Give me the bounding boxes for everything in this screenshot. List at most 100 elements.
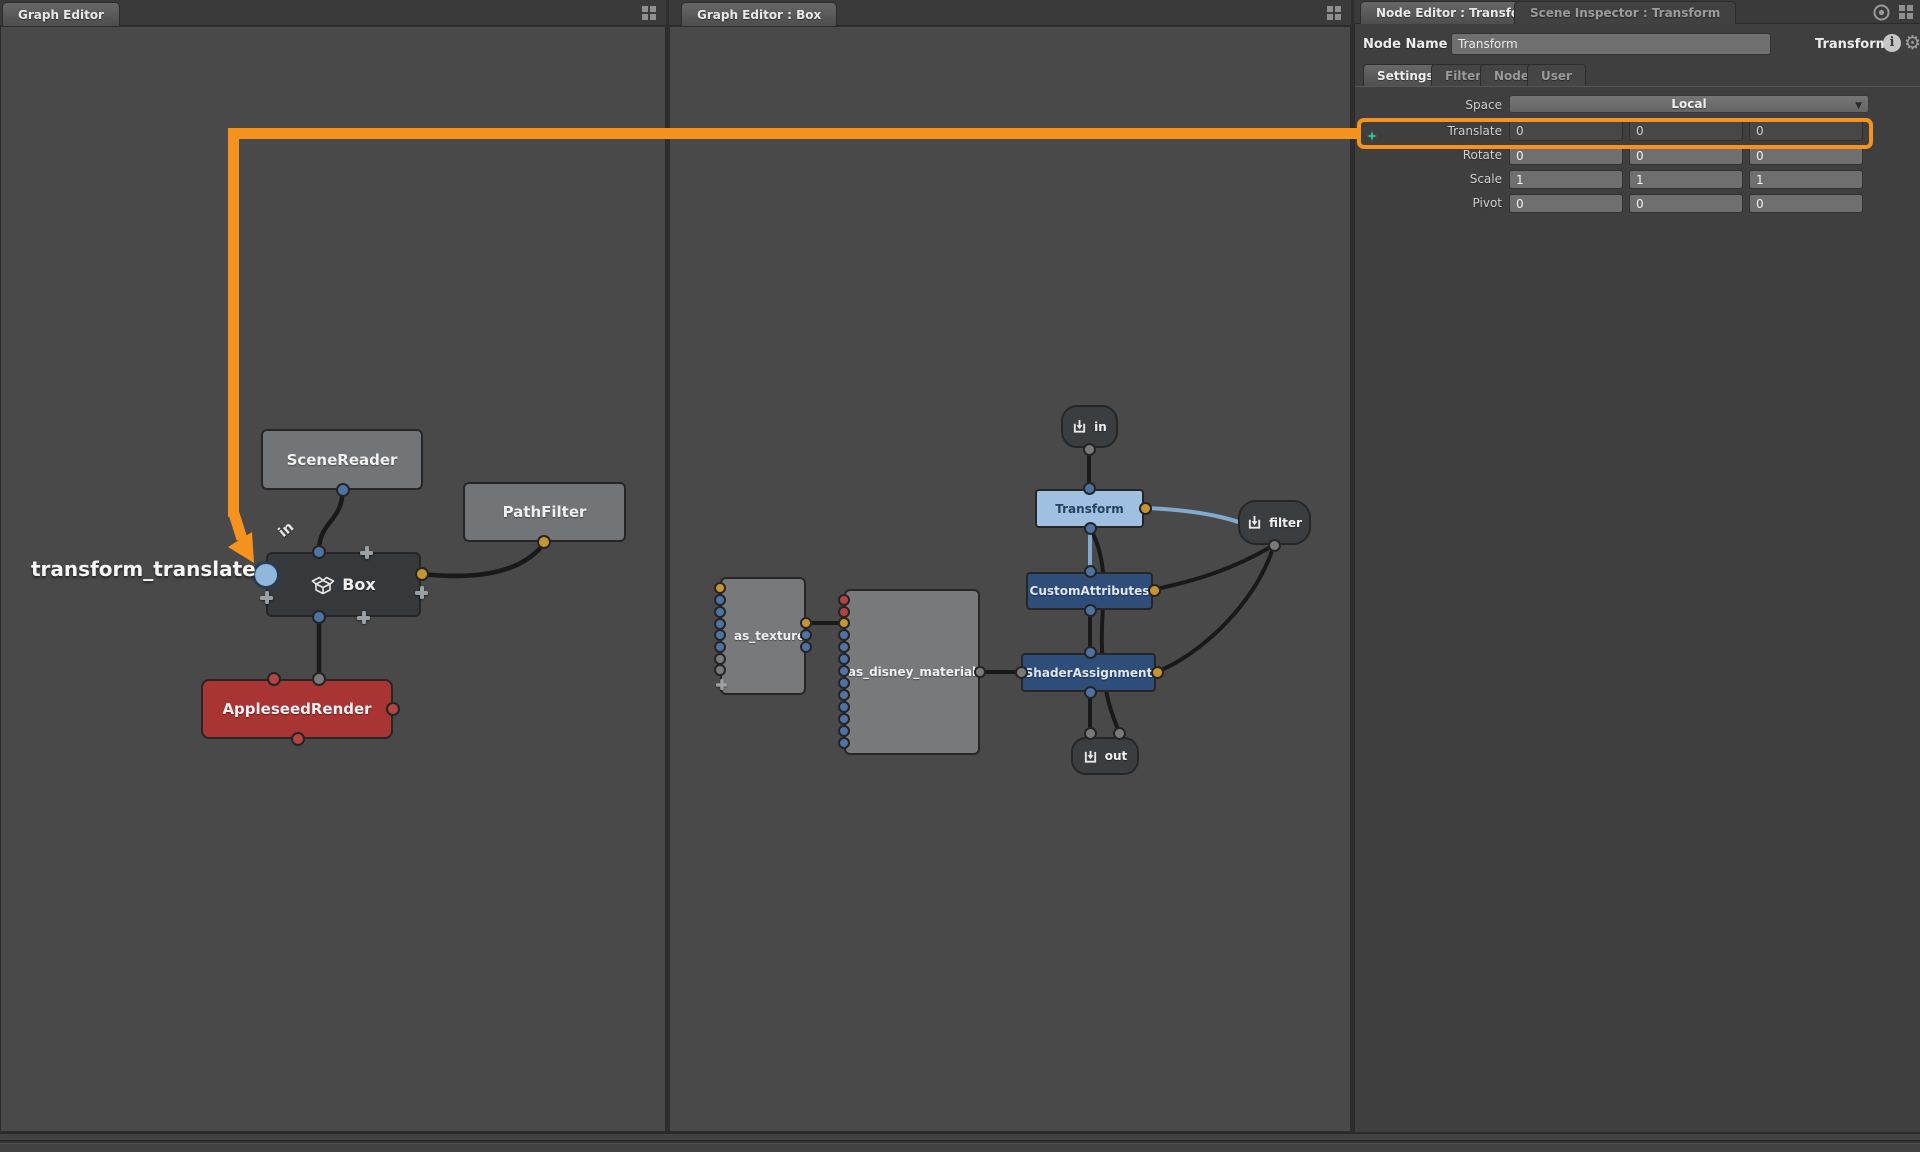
graph-canvas-main[interactable]: SceneReader PathFilter Box Ap — [0, 27, 666, 1132]
scale-y-input[interactable] — [1629, 170, 1743, 189]
node-name-input[interactable]: Transform — [1451, 33, 1771, 55]
plug-out-in2[interactable] — [1113, 727, 1126, 740]
plug-box-out[interactable] — [415, 567, 429, 581]
plug-scenereader-out[interactable] — [336, 483, 350, 497]
plug-shaderassignment-filter[interactable] — [1151, 666, 1164, 679]
plug-box-transform-translate[interactable] — [252, 561, 280, 589]
plug-pathfilter-out[interactable] — [537, 535, 551, 549]
node-as-texture[interactable]: as_texture — [720, 577, 806, 695]
panel-layout-icon[interactable] — [1326, 5, 1342, 21]
plug-box-bottom[interactable] — [312, 610, 326, 624]
tab-graph-editor-box[interactable]: Graph Editor : Box — [681, 2, 837, 26]
node-out[interactable]: out — [1071, 737, 1139, 775]
plug-material-param[interactable] — [838, 713, 850, 725]
chevron-down-icon: ▼ — [1855, 98, 1862, 115]
plug-material-param[interactable] — [838, 725, 850, 737]
export-icon — [1083, 749, 1098, 764]
tab-graph-editor[interactable]: Graph Editor — [2, 2, 120, 26]
pivot-y-input[interactable] — [1629, 194, 1743, 213]
promoted-plug-annotation: transform_translate — [31, 557, 245, 581]
node-box[interactable]: Box — [266, 552, 421, 617]
plug-render-right[interactable] — [386, 702, 400, 716]
panel-layout-icon[interactable] — [1898, 4, 1914, 20]
rotate-y-input[interactable] — [1629, 146, 1743, 165]
pivot-x-input[interactable] — [1509, 194, 1623, 213]
panel-graph-editor-box: Graph Editor : Box as_texture — [669, 0, 1351, 1132]
plug-texture-param[interactable] — [714, 594, 726, 606]
plug-material-param[interactable] — [838, 653, 850, 665]
plug-material-param[interactable] — [838, 641, 850, 653]
node-as-disney-material[interactable]: as_disney_material — [844, 589, 980, 755]
rotate-z-input[interactable] — [1749, 146, 1863, 165]
node-pathfilter[interactable]: PathFilter — [463, 482, 626, 542]
translate-label: Translate — [1355, 124, 1502, 138]
tab-scene-inspector[interactable]: Scene Inspector : Transform — [1514, 1, 1736, 24]
add-plug-icon[interactable] — [360, 546, 373, 559]
panel-layout-icon[interactable] — [641, 5, 657, 21]
plug-material-param[interactable] — [838, 629, 850, 641]
plug-texture-param[interactable] — [714, 606, 726, 618]
info-icon[interactable]: i — [1883, 34, 1901, 52]
scale-x-input[interactable] — [1509, 170, 1623, 189]
grid-icon — [1326, 5, 1342, 21]
plug-texture-out3[interactable] — [800, 641, 812, 653]
plug-material-out[interactable] — [974, 666, 986, 678]
plug-material-param[interactable] — [838, 677, 850, 689]
graph-editor-box-tabbar: Graph Editor : Box — [669, 0, 1351, 26]
plug-texture-param[interactable] — [714, 664, 726, 676]
plug-material-param[interactable] — [838, 689, 850, 701]
plug-customattributes-out[interactable] — [1084, 604, 1097, 617]
space-dropdown[interactable]: Local ▼ — [1509, 95, 1869, 113]
bottom-bar — [0, 1132, 1920, 1152]
plug-material-param[interactable] — [838, 737, 850, 749]
rotate-x-input[interactable] — [1509, 146, 1623, 165]
graph-canvas-box[interactable]: as_texture as_disney_material in Transfo… — [669, 27, 1351, 1132]
node-editor-tabbar: Node Editor : Transform Scene Inspector … — [1354, 0, 1920, 24]
import-icon — [1247, 515, 1262, 530]
plug-material-param[interactable] — [838, 701, 850, 713]
node-scenereader[interactable]: SceneReader — [261, 429, 423, 490]
plug-customattributes-filter[interactable] — [1148, 584, 1161, 597]
box-icon — [311, 574, 335, 596]
pivot-z-input[interactable] — [1749, 194, 1863, 213]
grid-icon — [1898, 4, 1914, 20]
node-name-value: Transform — [1458, 37, 1518, 51]
plug-transform-in[interactable] — [1083, 482, 1096, 495]
plug-texture-param[interactable] — [714, 629, 726, 641]
tab-user[interactable]: User — [1527, 64, 1586, 87]
add-plug-icon[interactable] — [260, 591, 273, 604]
plug-render-in[interactable] — [312, 672, 326, 686]
plug-shaderassignment-out[interactable] — [1084, 686, 1097, 699]
plug-box-in[interactable] — [312, 545, 326, 559]
plug-shaderassignment-shader[interactable] — [1015, 666, 1028, 679]
node-appleseedrender[interactable]: AppleseedRender — [201, 679, 393, 739]
plug-material-param[interactable] — [838, 594, 850, 606]
plug-material-param[interactable] — [838, 665, 850, 677]
plug-in-out[interactable] — [1083, 443, 1096, 456]
plug-texture-out2[interactable] — [800, 629, 812, 641]
node-label: ShaderAssignment — [1025, 666, 1153, 680]
scale-z-input[interactable] — [1749, 170, 1863, 189]
add-plug-icon[interactable] — [415, 586, 428, 599]
plug-filter-out[interactable] — [1268, 539, 1281, 552]
gear-icon[interactable]: ⚙ — [1904, 34, 1920, 53]
translate-z-input[interactable] — [1749, 121, 1863, 141]
plug-render-bottom[interactable] — [291, 732, 305, 746]
plug-shaderassignment-in[interactable] — [1084, 646, 1097, 659]
plug-texture-param[interactable] — [714, 641, 726, 653]
plug-render-top-left[interactable] — [267, 672, 281, 686]
plug-transform-out[interactable] — [1084, 522, 1097, 535]
plug-material-param[interactable] — [838, 617, 850, 629]
node-in[interactable]: in — [1061, 405, 1118, 448]
plug-texture-param[interactable] — [714, 582, 726, 594]
plug-out-in[interactable] — [1084, 727, 1097, 740]
add-plug-icon[interactable] — [357, 611, 370, 624]
translate-x-input[interactable] — [1509, 121, 1623, 141]
plug-texture-out[interactable] — [800, 617, 812, 629]
import-icon — [1072, 419, 1087, 434]
plug-customattributes-in[interactable] — [1084, 565, 1097, 578]
pin-editor-icon[interactable] — [1873, 4, 1890, 25]
plug-transform-filter[interactable] — [1139, 502, 1152, 515]
translate-y-input[interactable] — [1629, 121, 1743, 141]
add-plug-icon[interactable] — [716, 679, 727, 690]
